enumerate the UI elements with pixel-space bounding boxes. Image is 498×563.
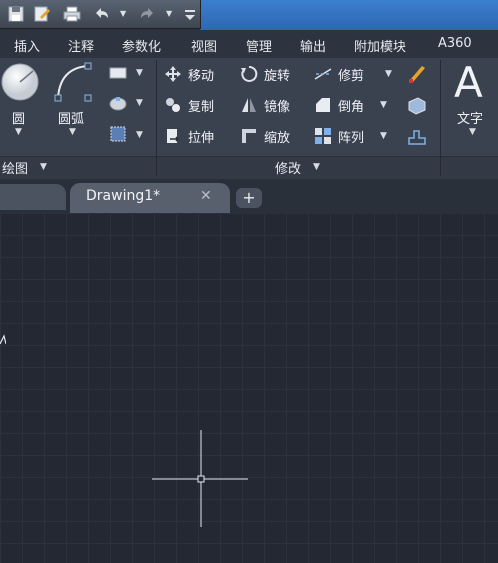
- ucs-marker: [0, 334, 6, 345]
- new-tab-button[interactable]: +: [236, 188, 262, 208]
- move-label: 移动: [188, 68, 215, 84]
- scale-label: 缩放: [264, 130, 291, 146]
- mirror-button[interactable]: 镜像: [240, 94, 290, 116]
- start-tab[interactable]: [0, 184, 66, 210]
- menu-parametric[interactable]: 参数化: [122, 36, 161, 55]
- menu-output[interactable]: 输出: [300, 36, 326, 55]
- join-icon[interactable]: [406, 94, 428, 116]
- copy-button[interactable]: 复制: [164, 94, 214, 116]
- array-button[interactable]: 阵列: [314, 125, 364, 147]
- redo-icon[interactable]: [137, 4, 159, 24]
- rotate-button[interactable]: 旋转: [240, 63, 290, 85]
- customize-icon[interactable]: [180, 4, 196, 24]
- text-icon[interactable]: A: [454, 60, 483, 106]
- move-icon: [164, 65, 182, 83]
- trim-dropdown-icon[interactable]: ▼: [385, 69, 392, 79]
- match-properties-icon[interactable]: [406, 62, 428, 84]
- arc-dropdown-icon[interactable]: ▼: [69, 127, 76, 137]
- scale-icon: [240, 127, 258, 145]
- print-icon[interactable]: [62, 4, 82, 24]
- circle-dropdown-icon[interactable]: ▼: [15, 127, 22, 137]
- trim-icon: [314, 65, 332, 83]
- crosshair-cursor: [152, 430, 248, 527]
- region-icon[interactable]: [108, 124, 128, 144]
- array-dropdown-icon[interactable]: ▼: [380, 131, 387, 141]
- hatch-icon[interactable]: [108, 94, 128, 112]
- menu-manage[interactable]: 管理: [246, 36, 272, 55]
- stretch-button[interactable]: 拉伸: [164, 125, 214, 147]
- draw-panel-title[interactable]: 绘图: [2, 158, 28, 177]
- panel-divider: [440, 60, 441, 176]
- modify-panel-title[interactable]: 修改: [275, 158, 301, 177]
- close-icon[interactable]: ✕: [200, 188, 212, 204]
- hatch-dropdown-icon[interactable]: ▼: [136, 98, 143, 108]
- menu-view[interactable]: 视图: [191, 36, 217, 55]
- fillet-icon: [314, 96, 332, 114]
- menu-bar: 插入 注释 参数化 视图 管理 输出 附加模块 A360: [0, 30, 498, 59]
- stretch-icon: [164, 127, 182, 145]
- circle-icon[interactable]: [0, 62, 40, 102]
- stretch-label: 拉伸: [188, 130, 215, 146]
- copy-label: 复制: [188, 99, 215, 115]
- draw-panel-dropdown-icon[interactable]: ▼: [40, 162, 47, 172]
- mirror-icon: [240, 96, 258, 114]
- region-dropdown-icon[interactable]: ▼: [136, 130, 143, 140]
- rotate-label: 旋转: [264, 68, 291, 84]
- text-dropdown-icon[interactable]: ▼: [469, 127, 476, 137]
- trim-label: 修剪: [338, 68, 365, 84]
- arc-label[interactable]: 圆弧: [58, 108, 84, 127]
- modify-panel-dropdown-icon[interactable]: ▼: [313, 162, 320, 172]
- array-label: 阵列: [338, 130, 365, 146]
- fillet-button[interactable]: 倒角: [314, 94, 364, 116]
- fillet-label: 倒角: [338, 99, 365, 115]
- mirror-label: 镜像: [264, 99, 291, 115]
- scale-button[interactable]: 缩放: [240, 125, 290, 147]
- arc-icon[interactable]: [52, 60, 96, 104]
- rotate-icon: [240, 65, 258, 83]
- title-bar: [200, 0, 498, 30]
- save-icon[interactable]: [6, 4, 26, 24]
- ribbon-footer: [0, 156, 498, 179]
- rectangle-icon[interactable]: [108, 64, 128, 82]
- menu-addins[interactable]: 附加模块: [354, 36, 406, 55]
- offset-icon[interactable]: [406, 126, 428, 148]
- panel-divider: [156, 60, 157, 176]
- drawing-tab-label[interactable]: Drawing1*: [86, 188, 160, 204]
- rectangle-dropdown-icon[interactable]: ▼: [136, 68, 143, 78]
- menu-insert[interactable]: 插入: [14, 36, 40, 55]
- redo-dropdown-icon[interactable]: ▼: [166, 9, 172, 18]
- text-label[interactable]: 文字: [457, 108, 483, 127]
- saveas-icon[interactable]: [32, 4, 52, 24]
- trim-button[interactable]: 修剪: [314, 63, 364, 85]
- undo-icon[interactable]: [92, 4, 114, 24]
- menu-a360[interactable]: A360: [438, 36, 472, 51]
- array-icon: [314, 127, 332, 145]
- quick-access-toolbar: ▼ ▼: [0, 0, 201, 29]
- move-button[interactable]: 移动: [164, 63, 214, 85]
- copy-icon: [164, 96, 182, 114]
- menu-annotate[interactable]: 注释: [68, 36, 94, 55]
- circle-label[interactable]: 圆: [12, 108, 25, 127]
- fillet-dropdown-icon[interactable]: ▼: [380, 100, 387, 110]
- undo-dropdown-icon[interactable]: ▼: [120, 9, 126, 18]
